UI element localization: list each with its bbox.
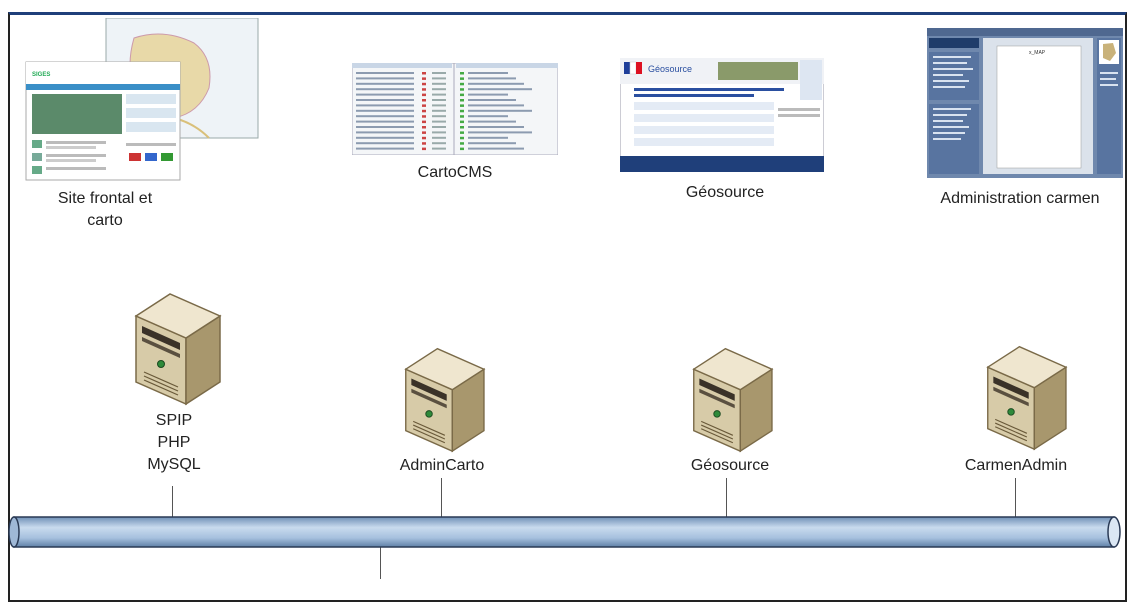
app-label-site-frontal: Site frontal et carto	[57, 190, 153, 229]
cartocms-thumbnail	[352, 63, 558, 155]
app-label-geosource: Géosource	[685, 184, 765, 201]
server-label-admincarto: AdminCarto	[399, 457, 485, 474]
server-label-line: PHP	[157, 434, 191, 451]
geosource-thumbnail: Géosource	[620, 58, 824, 172]
carmen-admin-thumbnail: x_MAP	[927, 28, 1123, 178]
server-label-spip: SPIP PHP MySQL	[94, 410, 254, 476]
geosource-logo-text: Géosource	[648, 64, 692, 74]
server-label-line: SPIP	[155, 412, 193, 429]
cartocms-rows	[356, 72, 532, 151]
app-label-cartocms: CartoCMS	[417, 164, 493, 181]
app-label-administration-carmen: Administration carmen	[940, 190, 1100, 207]
network-bus	[8, 516, 1121, 548]
connector-carmenadmin	[1015, 478, 1016, 518]
server-icon	[693, 348, 773, 452]
connector-geosource	[726, 478, 727, 518]
connector-spip	[172, 486, 173, 518]
server-label-line: MySQL	[147, 456, 201, 473]
server-icon	[135, 293, 221, 405]
connector-admincarto	[441, 478, 442, 518]
server-icon	[987, 346, 1067, 450]
server-label-carmenadmin: CarmenAdmin	[964, 457, 1068, 474]
server-icon	[405, 348, 485, 452]
svg-text:SIGES: SIGES	[32, 72, 50, 78]
server-label-geosource: Géosource	[690, 457, 770, 474]
site-frontal-thumbnail: SIGES	[25, 18, 259, 181]
carmen-map-title: x_MAP	[1029, 50, 1046, 56]
connector-bottom	[380, 545, 381, 579]
